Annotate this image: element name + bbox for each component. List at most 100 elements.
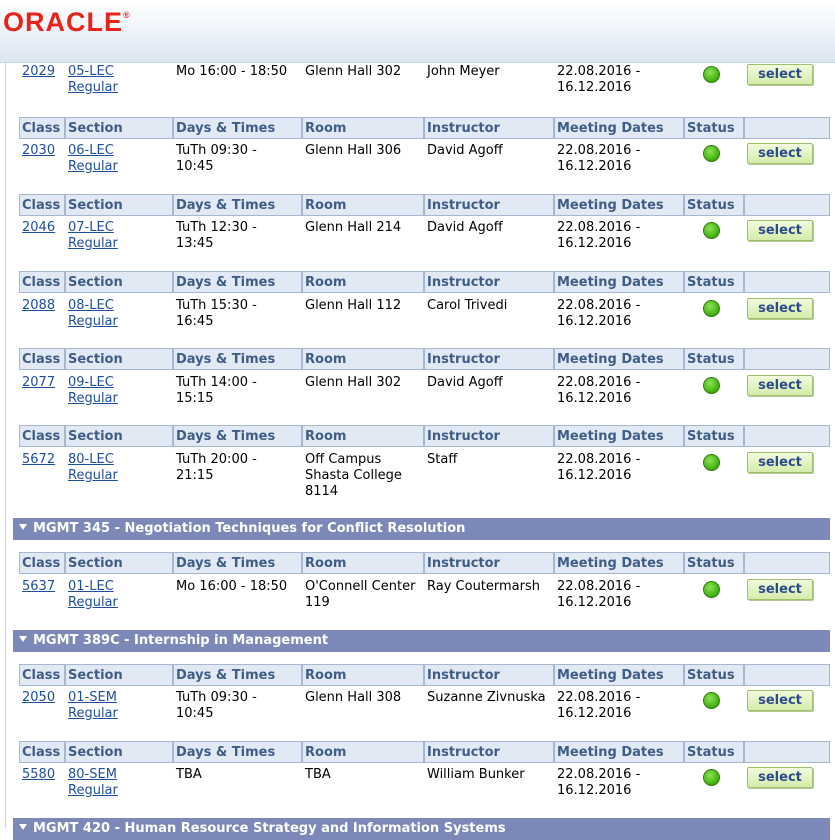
- oracle-header-bar: ORACLE®: [0, 0, 835, 63]
- class-number-link[interactable]: 5580: [22, 767, 55, 783]
- class-search-results: 2029 05-LEC Regular Mo 16:00 - 18:50 Glenn H…: [0, 60, 835, 840]
- column-header-meeting-dates: Meeting Dates: [554, 664, 684, 686]
- section-header-block: Class Section Days & Times Room Instructor Me…: [19, 425, 830, 449]
- column-header-room: Room: [302, 117, 424, 139]
- days-times-cell: Mo 16:00 - 18:50: [176, 579, 288, 594]
- column-header-days-times: Days & Times: [173, 741, 302, 763]
- select-button[interactable]: select: [747, 64, 813, 85]
- section-row: 5580 80-SEM Regular TBA TBA William Bunker 22.…: [19, 763, 830, 815]
- collapse-triangle-icon[interactable]: [19, 823, 27, 830]
- room-cell: Glenn Hall 302: [305, 375, 402, 390]
- room-cell: Glenn Hall 214: [305, 220, 402, 235]
- column-header-class: Class: [19, 348, 65, 370]
- section-link[interactable]: 01-SEM: [68, 690, 117, 705]
- section-link[interactable]: 80-SEM: [68, 767, 117, 782]
- column-header-days-times: Days & Times: [173, 117, 302, 139]
- room-cell: Glenn Hall 306: [305, 143, 402, 158]
- column-header-row: Class Section Days & Times Room Instructor Me…: [19, 552, 830, 576]
- open-status-icon: [703, 769, 720, 786]
- component-link[interactable]: Regular: [68, 391, 118, 406]
- section-block: 2050 01-SEM Regular TuTh 09:30 -10:45 Glenn …: [19, 686, 830, 738]
- meeting-dates-cell: 22.08.2016 -16.12.2016: [557, 767, 641, 798]
- column-header-status: Status: [684, 552, 744, 574]
- section-header-block: Class Section Days & Times Room Instructor Me…: [19, 194, 830, 218]
- section-header-block: Class Section Days & Times Room Instructor Me…: [19, 271, 830, 295]
- class-number-link[interactable]: 2046: [22, 220, 55, 236]
- course-title: MGMT 345 - Negotiation Techniques for Co…: [33, 521, 466, 536]
- component-link[interactable]: Regular: [68, 706, 118, 721]
- open-status-icon: [703, 66, 720, 83]
- component-link[interactable]: Regular: [68, 468, 118, 483]
- column-header-room: Room: [302, 552, 424, 574]
- class-number-link[interactable]: 2077: [22, 375, 55, 391]
- section-link[interactable]: 06-LEC: [68, 143, 114, 158]
- instructor-cell: Suzanne Zivnuska: [427, 690, 546, 705]
- section-link[interactable]: 09-LEC: [68, 375, 114, 390]
- select-button[interactable]: select: [747, 298, 813, 319]
- section-block: 2029 05-LEC Regular Mo 16:00 - 18:50 Glenn H…: [19, 60, 830, 112]
- oracle-logo: ORACLE®: [3, 7, 131, 37]
- section-link[interactable]: 08-LEC: [68, 298, 114, 313]
- column-header-status: Status: [684, 271, 744, 293]
- section-link[interactable]: 01-LEC: [68, 579, 114, 594]
- section-header-block: Class Section Days & Times Room Instructor Me…: [19, 117, 830, 141]
- select-button[interactable]: select: [747, 143, 813, 164]
- component-link[interactable]: Regular: [68, 595, 118, 610]
- collapse-triangle-icon[interactable]: [19, 523, 27, 530]
- column-header-class: Class: [19, 425, 65, 447]
- section-link[interactable]: 80-LEC: [68, 452, 114, 467]
- course-group-header[interactable]: MGMT 345 - Negotiation Techniques for Co…: [13, 518, 830, 540]
- class-number-link[interactable]: 5672: [22, 452, 55, 468]
- column-header-status: Status: [684, 664, 744, 686]
- select-button[interactable]: select: [747, 375, 813, 396]
- select-button[interactable]: select: [747, 220, 813, 241]
- column-header-meeting-dates: Meeting Dates: [554, 117, 684, 139]
- select-button[interactable]: select: [747, 452, 813, 473]
- section-cell: 06-LEC Regular: [68, 143, 118, 175]
- column-header-instructor: Instructor: [424, 117, 554, 139]
- column-header-status: Status: [684, 425, 744, 447]
- class-number-link[interactable]: 2050: [22, 690, 55, 706]
- section-block: 5580 80-SEM Regular TBA TBA William Bunker 22.…: [19, 763, 830, 815]
- column-header-room: Room: [302, 194, 424, 216]
- column-header-section: Section: [65, 552, 173, 574]
- component-link[interactable]: Regular: [68, 236, 118, 251]
- section-row: 2046 07-LEC Regular TuTh 12:30 -13:45 Glenn …: [19, 216, 830, 268]
- class-number-link[interactable]: 2029: [22, 64, 55, 80]
- instructor-cell: John Meyer: [427, 64, 500, 79]
- section-block: 5672 80-LEC Regular TuTh 20:00 -21:15 Off Ca…: [19, 448, 830, 500]
- column-header-instructor: Instructor: [424, 271, 554, 293]
- class-number-link[interactable]: 2030: [22, 143, 55, 159]
- section-link[interactable]: 07-LEC: [68, 220, 114, 235]
- class-number-link[interactable]: 2088: [22, 298, 55, 314]
- column-header-section: Section: [65, 348, 173, 370]
- column-header-room: Room: [302, 348, 424, 370]
- column-header-row: Class Section Days & Times Room Instructor Me…: [19, 425, 830, 449]
- component-link[interactable]: Regular: [68, 80, 118, 95]
- component-link[interactable]: Regular: [68, 314, 118, 329]
- column-header-meeting-dates: Meeting Dates: [554, 348, 684, 370]
- collapse-triangle-icon[interactable]: [19, 635, 27, 642]
- class-number-link[interactable]: 5637: [22, 579, 55, 595]
- select-button[interactable]: select: [747, 767, 813, 788]
- column-header-instructor: Instructor: [424, 425, 554, 447]
- select-button[interactable]: select: [747, 690, 813, 711]
- column-header-row: Class Section Days & Times Room Instructor Me…: [19, 741, 830, 765]
- column-header-section: Section: [65, 664, 173, 686]
- section-block: 2046 07-LEC Regular TuTh 12:30 -13:45 Glenn …: [19, 216, 830, 268]
- column-header-status: Status: [684, 741, 744, 763]
- course-group-header[interactable]: MGMT 389C - Internship in Management: [13, 630, 830, 652]
- column-header-room: Room: [302, 425, 424, 447]
- course-group-header[interactable]: MGMT 420 - Human Resource Strategy and I…: [13, 818, 830, 840]
- select-button[interactable]: select: [747, 579, 813, 600]
- component-link[interactable]: Regular: [68, 783, 118, 798]
- meeting-dates-cell: 22.08.2016 -16.12.2016: [557, 579, 641, 610]
- section-link[interactable]: 05-LEC: [68, 64, 114, 79]
- course-title: MGMT 389C - Internship in Management: [33, 633, 329, 648]
- instructor-cell: David Agoff: [427, 143, 503, 158]
- column-header-class: Class: [19, 552, 65, 574]
- component-link[interactable]: Regular: [68, 159, 118, 174]
- section-header-block: Class Section Days & Times Room Instructor Me…: [19, 348, 830, 372]
- section-cell: 08-LEC Regular: [68, 298, 118, 330]
- meeting-dates-cell: 22.08.2016 -16.12.2016: [557, 452, 641, 483]
